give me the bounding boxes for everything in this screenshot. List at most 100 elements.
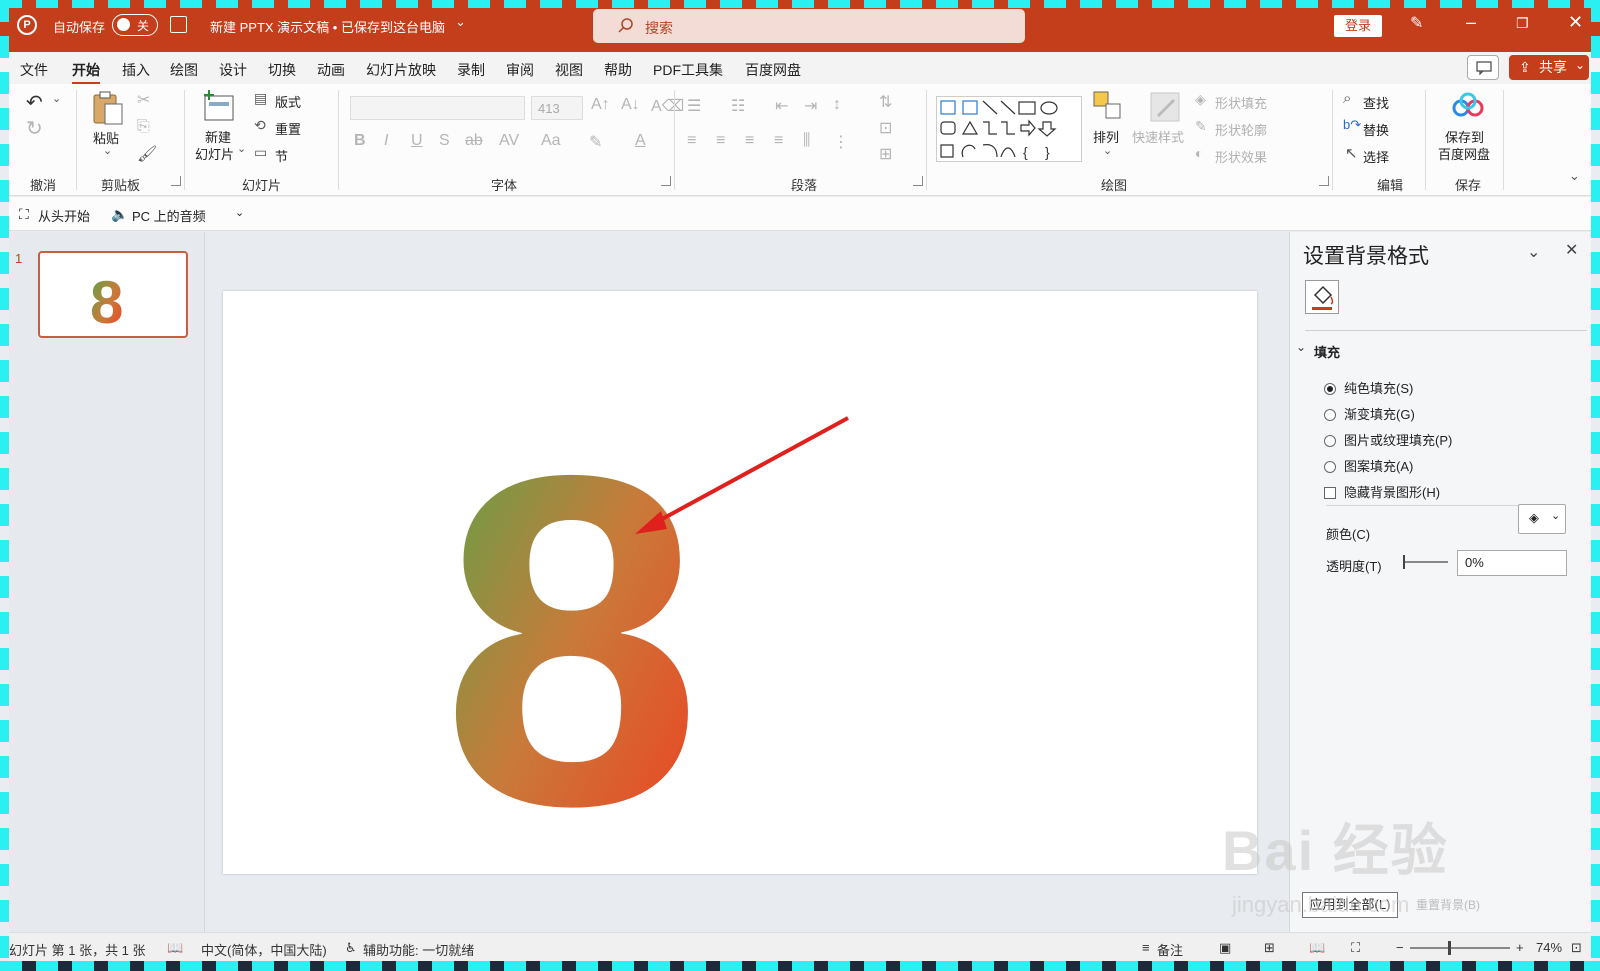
group-label-editing: 编辑 bbox=[1377, 178, 1404, 193]
collapse-ribbon-icon[interactable]: ⌄ bbox=[1569, 168, 1580, 184]
speaker-icon[interactable]: 🔈 bbox=[111, 206, 128, 223]
replace-button[interactable]: 替换 bbox=[1363, 120, 1389, 139]
zoom-level[interactable]: 74% bbox=[1536, 940, 1562, 955]
slide-sorter-icon[interactable]: ⊞ bbox=[1264, 940, 1275, 956]
group-label-paragraph: 段落 bbox=[791, 178, 818, 193]
autosave-toggle[interactable]: 关 bbox=[112, 14, 158, 36]
reset-icon[interactable]: ⟲ bbox=[254, 117, 266, 134]
tab-insert[interactable]: 插入 bbox=[122, 60, 150, 80]
pc-audio-button[interactable]: PC 上的音频 bbox=[132, 206, 206, 225]
login-button[interactable]: 登录 bbox=[1334, 15, 1382, 37]
close-icon[interactable]: ✕ bbox=[1568, 12, 1583, 33]
layout-button[interactable]: 版式 bbox=[275, 92, 301, 111]
reset-button[interactable]: 重置 bbox=[275, 119, 301, 138]
thumbnail-preview: 8 bbox=[90, 269, 123, 336]
slide-canvas[interactable]: 8 bbox=[223, 291, 1257, 903]
restore-icon[interactable]: ❐ bbox=[1516, 15, 1529, 32]
accessibility-icon[interactable]: ♿ bbox=[345, 940, 357, 956]
close-icon[interactable]: ✕ bbox=[1565, 240, 1578, 260]
chevron-down-icon[interactable]: ⌄ bbox=[237, 142, 246, 155]
notes-icon[interactable]: ≡ bbox=[1142, 940, 1150, 955]
tab-transitions[interactable]: 切换 bbox=[268, 60, 296, 80]
shapes-icon: {} bbox=[940, 100, 1058, 160]
accessibility-status[interactable]: 辅助功能: 一切就绪 bbox=[363, 940, 474, 959]
tab-home[interactable]: 开始 bbox=[72, 60, 100, 85]
tab-file[interactable]: 文件 bbox=[20, 60, 48, 80]
tab-baidu-disk[interactable]: 百度网盘 bbox=[745, 60, 801, 80]
new-slide-button-line2[interactable]: 幻灯片 bbox=[195, 144, 234, 163]
hide-background-checkbox[interactable]: 隐藏背景图形(H) bbox=[1324, 482, 1440, 501]
gradient-fill-radio[interactable]: 渐变填充(G) bbox=[1324, 404, 1415, 423]
chevron-down-icon[interactable]: ⌄ bbox=[52, 92, 61, 105]
section-icon[interactable]: ▭ bbox=[254, 144, 267, 161]
document-title[interactable]: 新建 PPTX 演示文稿 • 已保存到这台电脑 bbox=[210, 17, 445, 36]
tab-pdf-tools[interactable]: PDF工具集 bbox=[653, 60, 723, 80]
zoom-in-icon[interactable]: + bbox=[1516, 940, 1524, 955]
new-slide-icon[interactable] bbox=[201, 90, 235, 122]
pattern-fill-radio[interactable]: 图案填充(A) bbox=[1324, 456, 1413, 475]
customize-toolbar-icon[interactable]: ⌄ bbox=[235, 206, 244, 219]
fill-category-button[interactable] bbox=[1305, 280, 1339, 314]
smartart-icon: ⊞ bbox=[879, 146, 893, 163]
find-button[interactable]: 查找 bbox=[1363, 93, 1389, 112]
layout-icon[interactable]: ▤ bbox=[254, 90, 267, 107]
from-start-button[interactable]: 从头开始 bbox=[38, 206, 90, 225]
select-icon[interactable]: ↖ bbox=[1345, 144, 1358, 162]
font-name-combo[interactable] bbox=[350, 96, 525, 120]
baidu-disk-button[interactable]: 百度网盘 bbox=[1438, 144, 1490, 163]
share-button[interactable]: ⇪ 共享 ⌄ bbox=[1509, 55, 1589, 80]
select-button[interactable]: 选择 bbox=[1363, 147, 1389, 166]
shapes-gallery[interactable]: {} bbox=[936, 96, 1082, 162]
tab-slideshow[interactable]: 幻灯片放映 bbox=[366, 60, 436, 80]
format-painter-icon[interactable]: 🖌 bbox=[137, 144, 157, 164]
picture-fill-radio[interactable]: 图片或纹理填充(P) bbox=[1324, 430, 1452, 449]
save-icon[interactable] bbox=[170, 16, 187, 33]
arrange-icon[interactable] bbox=[1092, 90, 1124, 122]
zoom-out-icon[interactable]: − bbox=[1396, 940, 1404, 955]
solid-fill-radio[interactable]: 纯色填充(S) bbox=[1324, 378, 1413, 397]
baidu-disk-icon[interactable] bbox=[1451, 92, 1485, 120]
find-icon[interactable]: ⌕ bbox=[1343, 90, 1351, 107]
paste-icon[interactable] bbox=[91, 90, 125, 126]
pen-icon[interactable]: ✎ bbox=[1410, 13, 1423, 33]
tab-help[interactable]: 帮助 bbox=[604, 60, 632, 80]
tab-review[interactable]: 审阅 bbox=[506, 60, 534, 80]
slideshow-view-icon[interactable]: ⛶ bbox=[1351, 940, 1360, 956]
color-picker-button[interactable]: ◈ ⌄ bbox=[1518, 504, 1566, 534]
chevron-down-icon[interactable]: ⌄ bbox=[1103, 144, 1112, 157]
tab-animations[interactable]: 动画 bbox=[317, 60, 345, 80]
fit-slide-icon[interactable]: ⊡ bbox=[1571, 940, 1582, 956]
replace-icon[interactable]: b↷ bbox=[1343, 117, 1361, 133]
minimize-icon[interactable]: – bbox=[1466, 12, 1476, 33]
language-indicator[interactable]: 中文(简体，中国大陆) bbox=[201, 940, 327, 959]
shrink-font-icon: A↓ bbox=[621, 96, 640, 113]
chevron-down-icon[interactable]: ⌄ bbox=[1296, 340, 1306, 354]
comment-button[interactable] bbox=[1467, 55, 1499, 80]
slideshow-icon[interactable]: ⛶ bbox=[19, 206, 29, 223]
search-box[interactable]: 搜索 bbox=[593, 9, 1025, 43]
big-eight-glyph[interactable]: 8 bbox=[441, 378, 702, 903]
fill-section-title[interactable]: 填充 bbox=[1314, 342, 1340, 361]
spellcheck-icon[interactable]: 📖 bbox=[167, 940, 183, 956]
notes-button[interactable]: 备注 bbox=[1157, 940, 1183, 959]
zoom-slider[interactable] bbox=[1410, 941, 1510, 955]
dashed-border-bottom bbox=[0, 961, 1600, 971]
quick-styles-button: 快速样式 bbox=[1132, 130, 1185, 145]
undo-icon[interactable]: ↶ bbox=[26, 90, 43, 115]
tab-draw[interactable]: 绘图 bbox=[170, 60, 198, 80]
slide-thumbnail[interactable]: 8 bbox=[38, 251, 188, 338]
normal-view-icon[interactable]: ▣ bbox=[1219, 940, 1231, 956]
share-label: 共享 bbox=[1539, 59, 1567, 75]
chevron-down-icon[interactable]: ⌄ bbox=[103, 144, 112, 157]
status-bar: 幻灯片 第 1 张，共 1 张 📖 中文(简体，中国大陆) ♿ 辅助功能: 一切… bbox=[9, 932, 1591, 961]
chevron-down-icon[interactable]: ⌄ bbox=[1527, 242, 1540, 262]
section-button[interactable]: 节 bbox=[275, 146, 288, 165]
reading-view-icon[interactable]: 📖 bbox=[1309, 940, 1325, 956]
transparency-input[interactable]: 0% bbox=[1457, 550, 1567, 576]
tab-record[interactable]: 录制 bbox=[457, 60, 485, 80]
font-size-combo[interactable]: 413 bbox=[531, 96, 583, 120]
transparency-slider[interactable] bbox=[1403, 555, 1448, 569]
chevron-down-icon[interactable]: ⌄ bbox=[455, 14, 466, 30]
tab-design[interactable]: 设计 bbox=[219, 60, 247, 80]
tab-view[interactable]: 视图 bbox=[555, 60, 583, 80]
